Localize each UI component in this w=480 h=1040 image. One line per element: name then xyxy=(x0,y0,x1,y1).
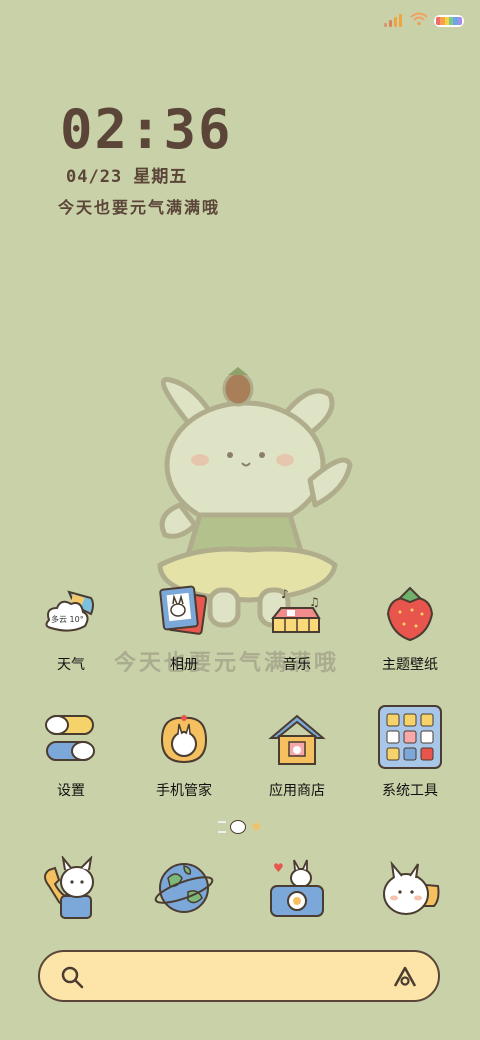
page-dot-star-icon: ★ xyxy=(250,819,263,835)
app-app-store[interactable]: 应用商店 xyxy=(242,710,352,800)
settings-toggle-icon xyxy=(41,710,101,770)
svg-text:♫: ♫ xyxy=(309,595,320,609)
app-label: 天气 xyxy=(57,657,85,673)
search-bar[interactable] xyxy=(38,950,440,1002)
app-music[interactable]: ♪ ♫ 音乐 xyxy=(242,584,352,674)
dock-browser[interactable] xyxy=(129,856,239,918)
app-store-house-icon xyxy=(267,710,327,770)
weather-icon: 多云 10° xyxy=(41,584,101,644)
motto-text: 今天也要元气满满哦 xyxy=(58,198,221,217)
weather-widget-text: 多云 10° xyxy=(51,614,84,624)
app-label: 设置 xyxy=(57,783,85,799)
clock-date: 04/23 星期五 xyxy=(66,167,188,187)
app-label: 音乐 xyxy=(283,657,311,673)
page-dot-bunny-icon xyxy=(230,820,246,834)
phone-call-icon xyxy=(41,854,101,919)
clock-time[interactable]: 02:36 xyxy=(60,100,233,160)
app-phone-manager[interactable]: 手机管家 xyxy=(129,710,239,800)
photo-album-icon xyxy=(154,584,214,644)
strawberry-theme-icon xyxy=(380,584,440,644)
music-piano-icon: ♪ ♫ xyxy=(267,584,327,644)
dock-messages[interactable] xyxy=(355,856,465,918)
assistant-icon[interactable] xyxy=(392,965,418,989)
svg-text:♪: ♪ xyxy=(281,587,289,601)
app-settings[interactable]: 设置 xyxy=(16,710,126,800)
app-label: 相册 xyxy=(170,657,198,673)
svg-text:♥: ♥ xyxy=(273,861,284,875)
app-label: 应用商店 xyxy=(269,783,325,799)
app-label: 主题壁纸 xyxy=(382,657,438,673)
dock-phone[interactable] xyxy=(16,854,126,919)
app-photo-album[interactable]: 相册 xyxy=(129,584,239,674)
browser-globe-icon xyxy=(154,856,214,918)
app-theme-wallpaper[interactable]: 主题壁纸 xyxy=(355,584,465,674)
messages-icon xyxy=(380,856,440,918)
camera-icon: ♥ xyxy=(267,856,327,918)
page-indicator[interactable]: ★ xyxy=(218,819,263,835)
signal-icon xyxy=(384,14,402,27)
app-system-tools[interactable]: 系统工具 xyxy=(355,705,465,800)
status-bar xyxy=(0,0,480,40)
page-dot-lines-icon xyxy=(218,821,226,833)
app-label: 手机管家 xyxy=(156,783,212,799)
phone-manager-icon xyxy=(154,710,214,770)
system-tools-icon xyxy=(378,705,442,770)
app-weather[interactable]: 多云 10° 天气 xyxy=(16,584,126,674)
wifi-icon xyxy=(410,12,428,26)
battery-icon xyxy=(434,15,464,27)
app-label: 系统工具 xyxy=(382,783,438,799)
search-icon[interactable] xyxy=(60,965,84,989)
dock-camera[interactable]: ♥ xyxy=(242,856,352,918)
